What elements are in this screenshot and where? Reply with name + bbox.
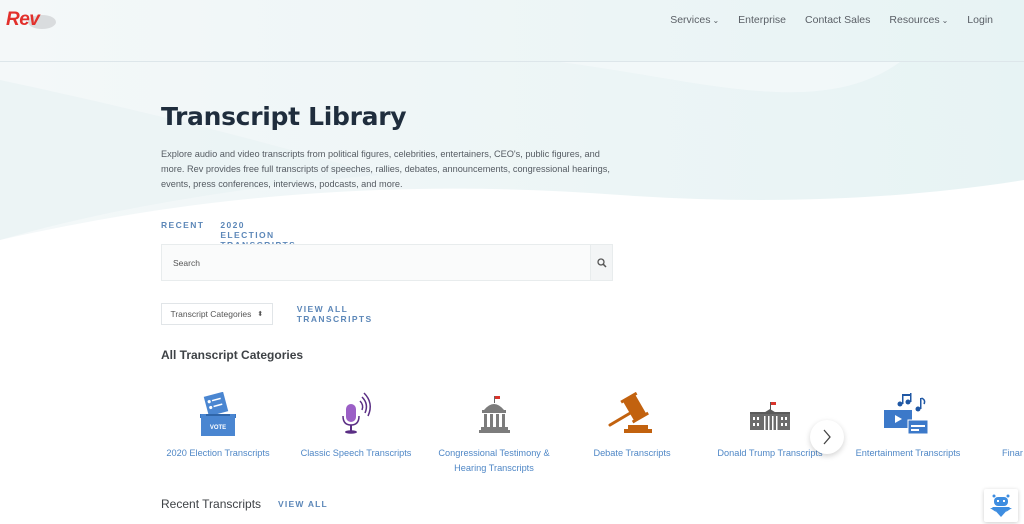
page-description: Explore audio and video transcripts from…	[161, 149, 610, 189]
category-classic-speech[interactable]: Classic Speech Transcripts	[286, 390, 426, 461]
category-label: Congressional Testimony & Hearing Transc…	[438, 448, 550, 473]
recent-view-all-link[interactable]: VIEW ALL	[278, 499, 328, 509]
nav-services[interactable]: Services ⌄	[670, 13, 719, 27]
category-select[interactable]: Transcript Categories ⬍	[161, 303, 273, 325]
top-nav: Services ⌄ Enterprise Contact Sales Reso…	[651, 13, 993, 27]
search-button[interactable]	[590, 245, 612, 280]
category-carousel: VOTE 2020 Election Transcripts Classic S…	[161, 390, 1024, 480]
category-2020-election[interactable]: VOTE 2020 Election Transcripts	[148, 390, 288, 461]
nav-enterprise[interactable]: Enterprise	[738, 13, 786, 27]
robot-icon	[990, 494, 1012, 517]
category-select-value: Transcript Categories	[170, 309, 252, 319]
sort-arrows-icon: ⬍	[257, 311, 264, 318]
logo-text: Rev	[6, 9, 40, 30]
categories-title: All Transcript Categories	[161, 348, 304, 362]
rev-logo[interactable]: Rev	[6, 9, 58, 31]
filter-row: Transcript Categories ⬍ VIEW ALL TRANSCR…	[161, 303, 401, 325]
chatbot-button[interactable]	[984, 489, 1018, 522]
gavel-icon	[608, 392, 652, 433]
category-label: Debate Transcripts	[593, 448, 671, 458]
chevron-down-icon: ⌄	[712, 16, 720, 25]
chevron-right-icon	[823, 429, 831, 445]
nav-contact-sales-label: Contact Sales	[805, 14, 871, 26]
category-partial[interactable]: Finar	[976, 390, 1024, 461]
svg-text:VOTE: VOTE	[210, 425, 226, 431]
media-music-icon	[884, 393, 929, 435]
search-icon	[596, 257, 607, 268]
category-debate[interactable]: Debate Transcripts	[562, 390, 702, 461]
white-house-icon	[750, 402, 790, 430]
category-label: Classic Speech Transcripts	[300, 448, 412, 458]
page-title: Transcript Library	[161, 102, 407, 131]
recent-transcripts-header: Recent Transcripts VIEW ALL	[161, 497, 328, 511]
carousel-next-button[interactable]	[810, 420, 844, 454]
recent-transcripts-title: Recent Transcripts	[161, 497, 262, 511]
category-label: 2020 Election Transcripts	[166, 448, 270, 458]
nav-login[interactable]: Login	[967, 13, 993, 27]
nav-resources[interactable]: Resources ⌄	[889, 13, 948, 27]
category-label: Finar	[1002, 448, 1023, 458]
nav-contact-sales[interactable]: Contact Sales	[805, 13, 870, 27]
category-label: Entertainment Transcripts	[855, 448, 961, 458]
microphone-icon	[342, 392, 371, 434]
chevron-down-icon: ⌄	[941, 16, 949, 25]
view-all-transcripts-link[interactable]: VIEW ALL TRANSCRIPTS	[297, 304, 401, 324]
search-input[interactable]	[162, 245, 590, 280]
category-entertainment[interactable]: Entertainment Transcripts	[838, 390, 978, 461]
nav-login-label: Login	[967, 14, 993, 26]
search-bar	[161, 244, 613, 281]
category-congressional[interactable]: Congressional Testimony & Hearing Transc…	[424, 390, 564, 476]
nav-enterprise-label: Enterprise	[738, 14, 787, 26]
nav-services-label: Services	[670, 14, 711, 26]
ballot-box-icon: VOTE	[200, 392, 236, 436]
site-header: Rev Services ⌄ Enterprise Contact Sales …	[0, 0, 1024, 62]
capitol-building-icon	[479, 396, 510, 433]
nav-resources-label: Resources	[889, 14, 940, 26]
